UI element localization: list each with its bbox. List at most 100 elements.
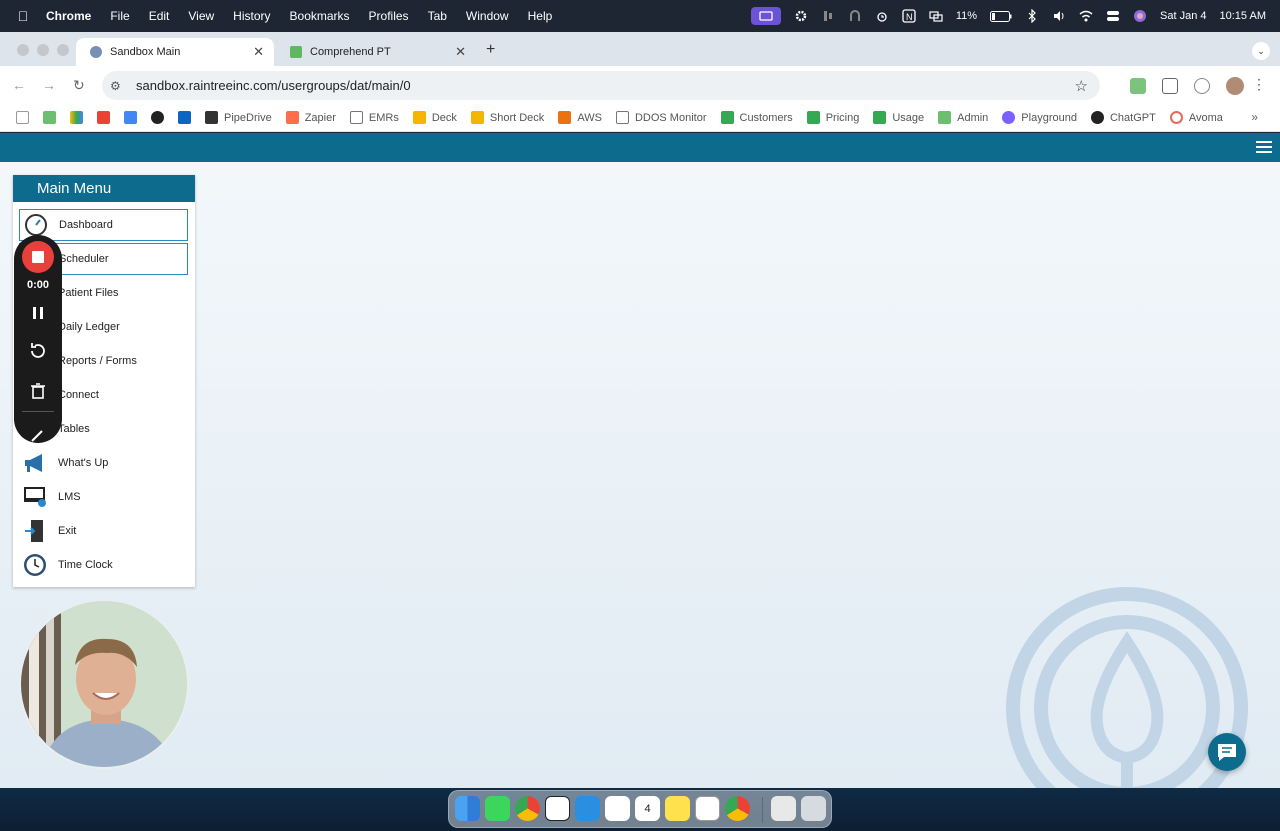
google-drive-icon[interactable] [70, 111, 83, 124]
menu-profiles[interactable]: Profiles [369, 9, 409, 23]
restart-icon[interactable] [28, 341, 48, 361]
bookmark-customers[interactable]: Customers [720, 111, 793, 124]
notion-status-icon[interactable]: N [902, 9, 916, 23]
menubar-time[interactable]: 10:15 AM [1220, 10, 1266, 22]
menu-item-exit[interactable]: Exit [19, 515, 188, 547]
tab-search-chevron-icon[interactable]: ⌄ [1252, 42, 1270, 60]
menu-item-lms[interactable]: LMS [19, 481, 188, 513]
chatgpt-app-icon[interactable] [695, 796, 720, 821]
cloud-clock-icon[interactable] [875, 9, 889, 23]
reload-icon[interactable]: ↻ [73, 77, 85, 94]
bookmark-zapier[interactable]: Zapier [285, 111, 336, 124]
wifi-icon[interactable] [1079, 9, 1093, 23]
address-bar[interactable]: ⚙ sandbox.raintreeinc.com/usergroups/dat… [102, 71, 1100, 100]
apps-grid-icon[interactable] [16, 111, 29, 124]
chrome-menu-icon[interactable]: ⋮ [1252, 76, 1266, 93]
extensions-puzzle-icon[interactable] [1162, 78, 1178, 94]
screen-record-status-icon[interactable] [750, 7, 781, 25]
trash-icon[interactable] [28, 381, 48, 401]
raintree-bookmark-icon[interactable] [43, 111, 56, 124]
hamburger-menu-icon[interactable] [1256, 141, 1272, 156]
apple-menu-icon[interactable]:  [0, 8, 46, 24]
chat-support-button[interactable] [1208, 733, 1246, 771]
volume-icon[interactable] [1052, 9, 1066, 23]
gear-status-icon[interactable] [794, 9, 808, 23]
menu-item-label: Daily Ledger [58, 321, 120, 333]
menubar-date[interactable]: Sat Jan 4 [1160, 10, 1206, 22]
url-text[interactable]: sandbox.raintreeinc.com/usergroups/dat/m… [136, 78, 411, 93]
maximize-window-button[interactable] [57, 44, 69, 56]
menu-item-whats-up[interactable]: What's Up [19, 447, 188, 479]
sync-icon[interactable] [1194, 78, 1210, 94]
menu-view[interactable]: View [188, 9, 214, 23]
gmail-icon[interactable] [97, 111, 110, 124]
tab-sandbox-main[interactable]: Sandbox Main ✕ [76, 38, 274, 66]
bookmark-pricing[interactable]: Pricing [806, 111, 859, 124]
siri-icon[interactable] [1133, 9, 1147, 23]
bookmark-label: PipeDrive [224, 111, 272, 124]
bluetooth-icon[interactable] [1025, 9, 1039, 23]
downloads-stack-icon[interactable] [771, 796, 796, 821]
minimize-window-button[interactable] [37, 44, 49, 56]
bookmark-pipedrive[interactable]: PipeDrive [205, 111, 272, 124]
bookmark-ddos-monitor[interactable]: DDOS Monitor [615, 111, 707, 124]
back-arrow-icon[interactable]: ← [12, 77, 26, 93]
draw-pencil-icon[interactable] [28, 425, 48, 445]
browser-tab-bar: Sandbox Main ✕ Comprehend PT ✕ + ⌄ [0, 32, 1280, 66]
webcam-bubble[interactable] [19, 599, 189, 769]
bookmark-label: AWS [577, 111, 602, 124]
notes-icon[interactable] [665, 796, 690, 821]
bookmark-playground[interactable]: Playground [1002, 111, 1077, 124]
site-settings-icon[interactable]: ⚙ [110, 79, 136, 93]
calendar-bookmark-icon[interactable] [124, 111, 137, 124]
menu-edit[interactable]: Edit [149, 9, 170, 23]
menu-bookmarks[interactable]: Bookmarks [290, 9, 350, 23]
audio-status-icon[interactable] [821, 9, 835, 23]
menu-help[interactable]: Help [528, 9, 553, 23]
arc-status-icon[interactable] [848, 9, 862, 23]
close-window-button[interactable] [17, 44, 29, 56]
calendar-icon[interactable]: 4 [635, 796, 660, 821]
profile-avatar-icon[interactable] [1226, 77, 1244, 95]
trash-bin-icon[interactable] [801, 796, 826, 821]
stop-recording-button[interactable] [22, 241, 54, 273]
bookmark-chatgpt[interactable]: ChatGPT [1090, 111, 1156, 124]
forward-arrow-icon[interactable]: → [42, 77, 56, 93]
bookmarks-bar: PipeDrive Zapier EMRs Deck Short Deck AW… [0, 104, 1280, 132]
macos-dock: 4 [448, 790, 832, 828]
bookmark-deck[interactable]: Deck [412, 111, 457, 124]
bookmark-short-deck[interactable]: Short Deck [470, 111, 544, 124]
raintree-extension-icon[interactable] [1130, 78, 1146, 94]
menu-item-time-clock[interactable]: Time Clock [19, 549, 188, 581]
more-bookmarks-chevron-icon[interactable]: » [1251, 110, 1258, 124]
bookmark-avoma[interactable]: Avoma [1169, 111, 1223, 124]
zapier-icon [285, 111, 299, 124]
pause-icon[interactable] [28, 303, 48, 323]
menu-history[interactable]: History [233, 9, 270, 23]
close-tab-icon[interactable]: ✕ [253, 44, 264, 60]
bookmark-star-icon[interactable]: ☆ [1075, 77, 1088, 95]
tab-comprehend-pt[interactable]: Comprehend PT ✕ [276, 38, 476, 66]
close-tab-icon[interactable]: ✕ [455, 44, 466, 60]
linkedin-icon[interactable] [178, 111, 191, 124]
slack-icon[interactable] [605, 796, 630, 821]
notion-icon[interactable] [545, 796, 570, 821]
finder-icon[interactable] [455, 796, 480, 821]
menu-file[interactable]: File [110, 9, 129, 23]
chrome-icon[interactable] [515, 796, 540, 821]
bookmark-usage[interactable]: Usage [873, 111, 924, 124]
chrome-canary-icon[interactable] [725, 796, 750, 821]
menu-app-name[interactable]: Chrome [46, 9, 91, 23]
vscode-icon[interactable] [575, 796, 600, 821]
menu-tab[interactable]: Tab [428, 9, 447, 23]
screens-status-icon[interactable] [929, 9, 943, 23]
bookmark-admin[interactable]: Admin [938, 111, 988, 124]
messages-icon[interactable] [485, 796, 510, 821]
battery-icon[interactable] [990, 10, 1012, 22]
new-tab-icon[interactable]: + [486, 41, 495, 59]
bookmark-aws[interactable]: AWS [558, 111, 602, 124]
menu-window[interactable]: Window [466, 9, 509, 23]
bookmark-emrs[interactable]: EMRs [349, 111, 399, 124]
control-center-icon[interactable] [1106, 9, 1120, 23]
github-icon[interactable] [151, 111, 164, 124]
